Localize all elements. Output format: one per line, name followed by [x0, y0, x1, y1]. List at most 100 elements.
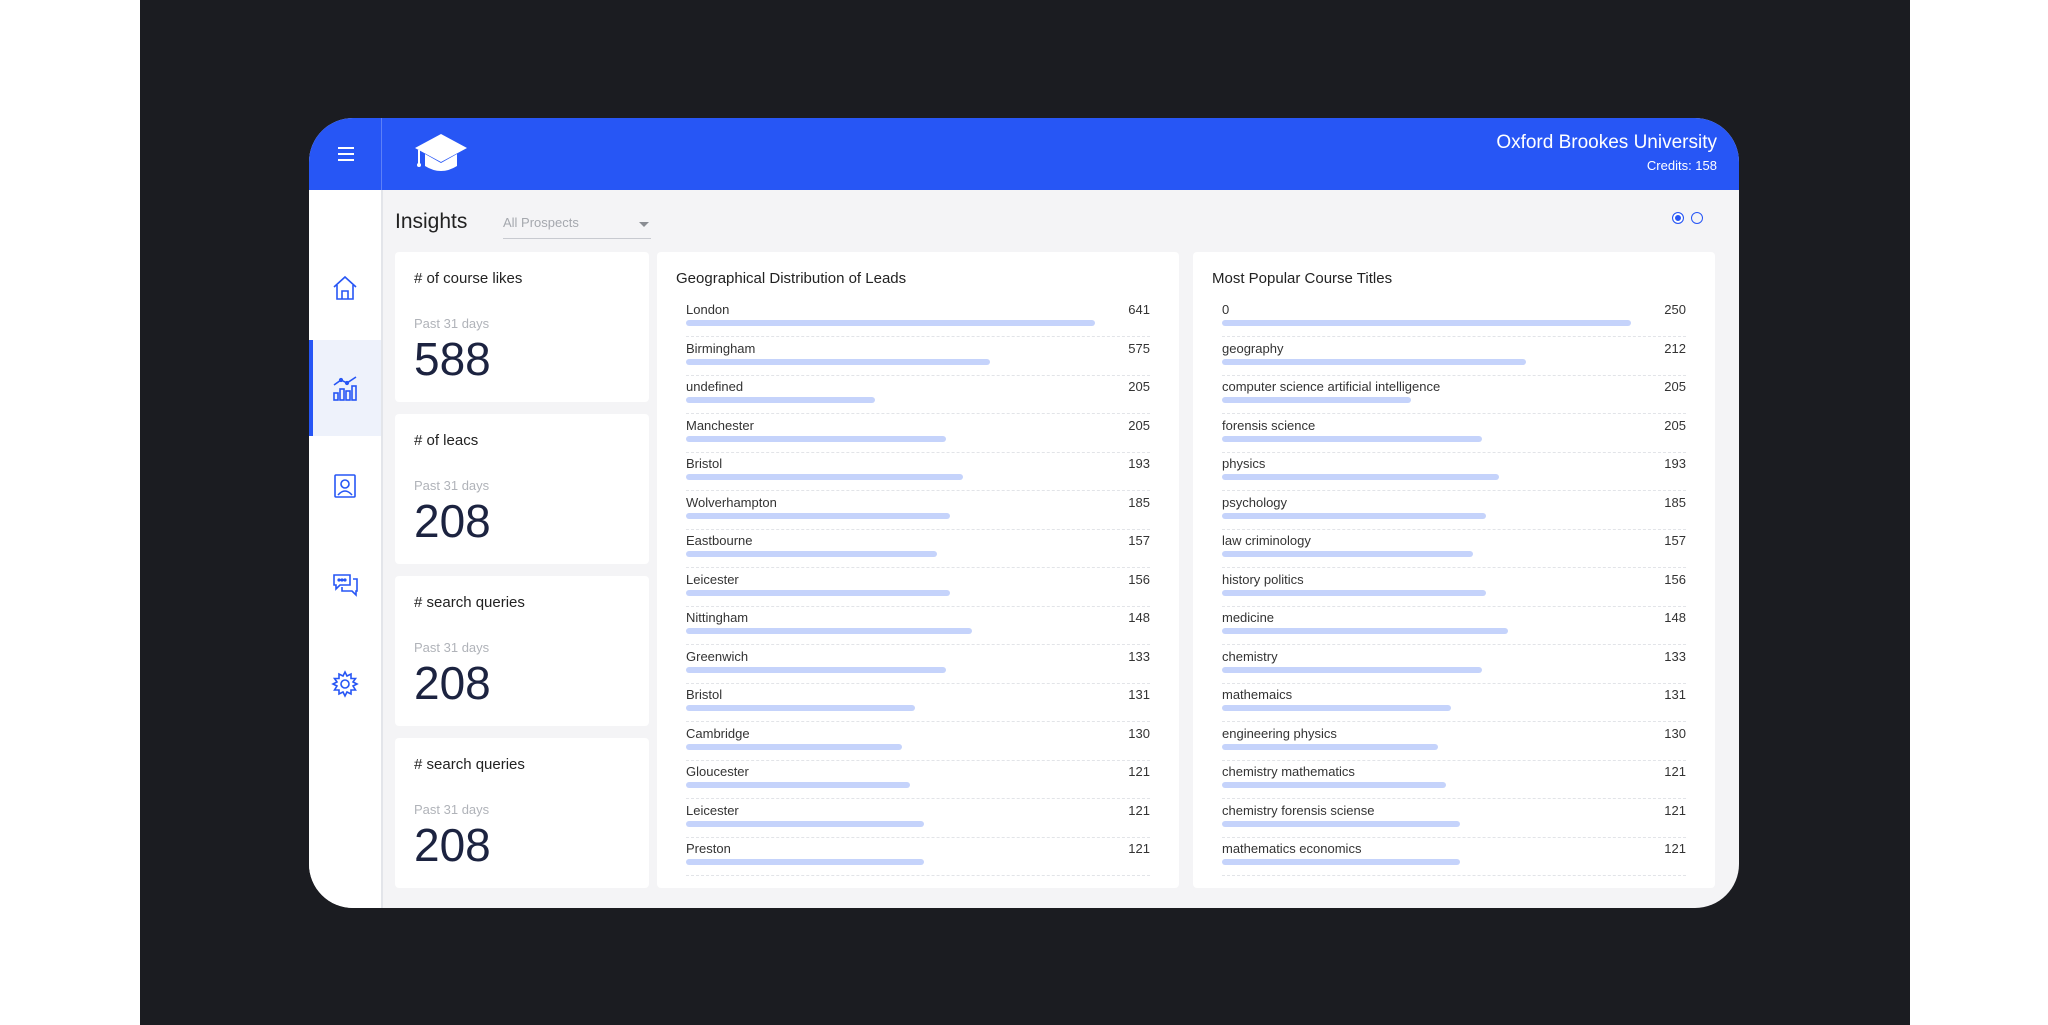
list-row: physics 193 — [1222, 452, 1686, 491]
nav-insights[interactable] — [309, 340, 381, 436]
page-indicator-2[interactable] — [1691, 212, 1703, 224]
stat-label: # search queries — [414, 594, 525, 611]
row-bar — [686, 397, 875, 403]
chevron-down-icon — [639, 222, 649, 227]
row-bar — [686, 435, 946, 442]
row-value: 205 — [1664, 417, 1686, 433]
row-value: 121 — [1128, 764, 1150, 779]
row-value: 205 — [1128, 379, 1150, 394]
list-row: computer science artificial intelligence… — [1222, 375, 1686, 414]
gear-icon — [331, 670, 359, 698]
row-label: Bristol — [686, 687, 723, 702]
list-row: 0 250 — [1222, 298, 1686, 337]
list-row: chemistry mathematics 121 — [1222, 760, 1686, 799]
row-bar — [1222, 435, 1482, 442]
row-label: Manchester — [686, 417, 754, 433]
row-label: psychology — [1222, 494, 1288, 510]
list-row: chemistry forensis sciense 121 — [1222, 799, 1686, 838]
nav-home[interactable] — [309, 240, 381, 336]
row-bar — [1222, 551, 1473, 557]
list-row: Wolverhampton 185 — [686, 491, 1150, 530]
row-value: 121 — [1664, 802, 1686, 818]
app-window: Oxford Brookes University Credits: 158 I… — [309, 118, 1739, 908]
stat-card: # of course likes Past 31 days 588 — [395, 252, 649, 402]
row-bar — [686, 820, 924, 827]
row-bar — [686, 589, 950, 596]
row-value: 193 — [1664, 456, 1686, 471]
nav-profiles[interactable] — [309, 438, 381, 534]
row-label: Nittingham — [686, 610, 749, 625]
row-value: 641 — [1128, 302, 1150, 317]
nav-settings[interactable] — [309, 636, 381, 732]
row-bar — [1222, 474, 1499, 480]
row-value: 185 — [1664, 494, 1686, 510]
row-value: 575 — [1128, 340, 1150, 356]
list-row: history politics 156 — [1222, 568, 1686, 607]
list-row: Birmingham 575 — [686, 337, 1150, 376]
row-label: medicine — [1222, 610, 1275, 625]
row-value: 131 — [1664, 687, 1686, 702]
list-row: chemistry 133 — [1222, 645, 1686, 684]
list-row: Bristol 193 — [686, 452, 1150, 491]
row-label: physics — [1222, 456, 1266, 471]
popular-courses-card: Most Popular Course Titles 0 250 geography… — [1193, 252, 1715, 888]
stat-card: # of leacs Past 31 days 208 — [395, 414, 649, 564]
row-label: computer science artificial intelligence — [1222, 379, 1441, 394]
row-bar — [1222, 743, 1438, 750]
stat-period: Past 31 days — [414, 316, 490, 331]
row-label: history politics — [1222, 571, 1304, 587]
stat-label: # of course likes — [414, 270, 523, 287]
row-label: Bristol — [686, 456, 723, 471]
row-label: chemistry — [1222, 648, 1278, 664]
row-bar — [1222, 666, 1482, 673]
row-value: 130 — [1664, 725, 1686, 741]
list-row: engineering physics 130 — [1222, 722, 1686, 761]
list-row: Manchester 205 — [686, 414, 1150, 453]
list-row: medicine 148 — [1222, 606, 1686, 645]
row-value: 148 — [1664, 610, 1686, 625]
row-bar — [686, 474, 963, 480]
row-bar — [686, 859, 924, 865]
row-bar — [686, 666, 946, 673]
credits-balance: Credits: 158 — [1646, 158, 1717, 173]
row-value: 133 — [1664, 648, 1686, 664]
row-label: Wolverhampton — [686, 494, 777, 510]
list-row: London 641 — [686, 298, 1150, 337]
row-value: 121 — [1128, 841, 1150, 856]
list-row: psychology 185 — [1222, 491, 1686, 530]
card-title: Most Popular Course Titles — [1212, 270, 1393, 287]
row-bar — [686, 705, 915, 711]
row-value: 133 — [1128, 648, 1150, 664]
row-label: chemistry forensis sciense — [1222, 802, 1375, 818]
page-indicator-1[interactable] — [1672, 212, 1684, 224]
stat-period: Past 31 days — [414, 802, 490, 817]
university-name: Oxford Brookes University — [1496, 132, 1717, 153]
row-bar — [686, 320, 1095, 326]
row-bar — [686, 512, 950, 519]
row-bar — [1222, 589, 1486, 596]
analytics-chart-icon — [333, 376, 357, 401]
stat-card: # search queries Past 31 days 208 — [395, 576, 649, 726]
row-label: 0 — [1222, 302, 1230, 317]
menu-button[interactable] — [309, 118, 382, 190]
card-title: Geographical Distribution of Leads — [676, 270, 907, 287]
row-bar — [1222, 782, 1446, 788]
list-row: Cambridge 130 — [686, 722, 1150, 761]
stat-value: 208 — [414, 819, 491, 871]
row-value: 121 — [1664, 764, 1686, 779]
chat-bubbles-icon — [333, 574, 358, 597]
nav-messages[interactable] — [309, 536, 381, 632]
list-row: mathemaics 131 — [1222, 683, 1686, 722]
row-label: law criminology — [1222, 533, 1311, 548]
row-value: 157 — [1664, 533, 1686, 548]
row-label: Birmingham — [686, 340, 756, 356]
row-bar — [1222, 358, 1526, 365]
row-bar — [686, 551, 937, 557]
row-label: Leicester — [686, 802, 739, 818]
row-value: 130 — [1128, 725, 1150, 741]
stat-card: # search queries Past 31 days 208 — [395, 738, 649, 888]
list-row: undefined 205 — [686, 375, 1150, 414]
prospects-filter-dropdown[interactable]: All Prospects — [503, 210, 651, 239]
row-label: undefined — [686, 379, 744, 394]
row-label: Eastbourne — [686, 533, 753, 548]
